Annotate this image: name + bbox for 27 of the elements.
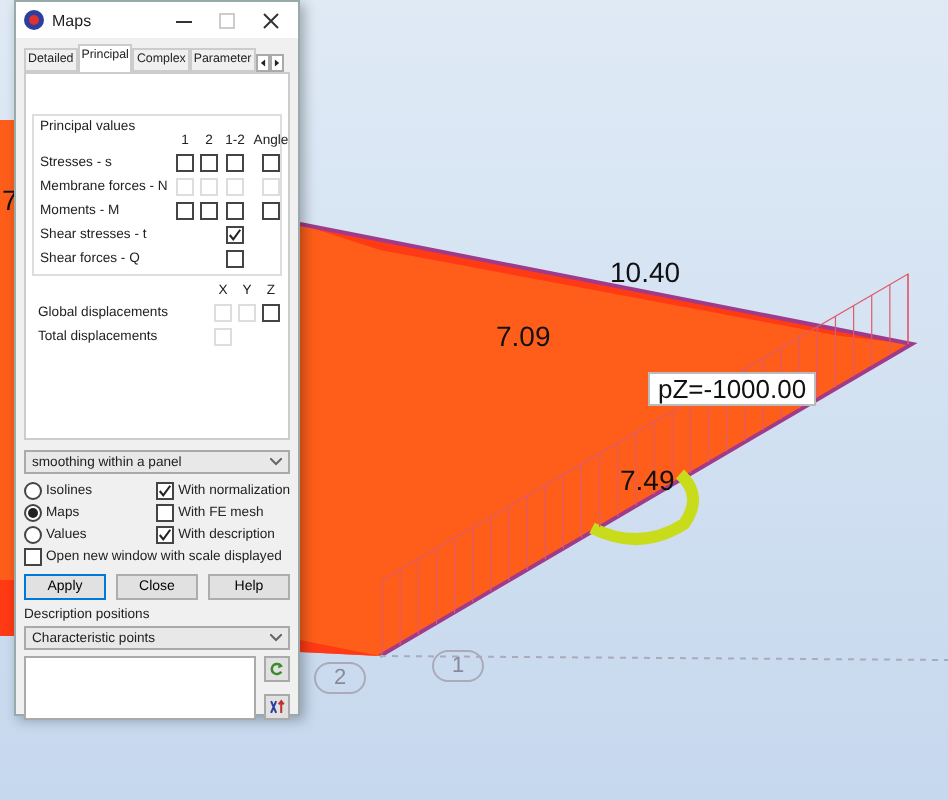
checkbox[interactable] — [156, 482, 175, 500]
chevron-icon — [270, 634, 282, 642]
checkbox[interactable] — [200, 202, 218, 220]
chevron-icon — [270, 458, 282, 466]
value-label: 7.09 — [496, 320, 551, 352]
node-label: 1 — [432, 650, 484, 682]
checkbox[interactable] — [226, 250, 244, 268]
checkbox[interactable] — [262, 154, 280, 172]
checkbox[interactable] — [24, 548, 42, 566]
checkbox[interactable] — [226, 202, 244, 220]
axes-icon[interactable] — [264, 694, 290, 720]
checkbox[interactable] — [262, 202, 280, 220]
app-icon — [24, 10, 44, 30]
checkbox[interactable] — [176, 202, 194, 220]
checkbox[interactable] — [156, 504, 175, 522]
window-title: Maps — [52, 11, 94, 29]
checkbox[interactable] — [262, 304, 280, 322]
value-label: 10.40 — [610, 256, 681, 288]
checkbox[interactable] — [156, 526, 175, 544]
checkbox[interactable] — [200, 154, 218, 172]
checkbox[interactable] — [176, 154, 194, 172]
checkbox[interactable] — [226, 226, 244, 244]
node-label: 2 — [314, 662, 366, 694]
refresh-icon[interactable] — [264, 656, 290, 682]
checkbox[interactable] — [226, 154, 244, 172]
value-label: 7.49 — [620, 464, 675, 496]
load-label: pZ=-1000.00 — [648, 372, 817, 406]
